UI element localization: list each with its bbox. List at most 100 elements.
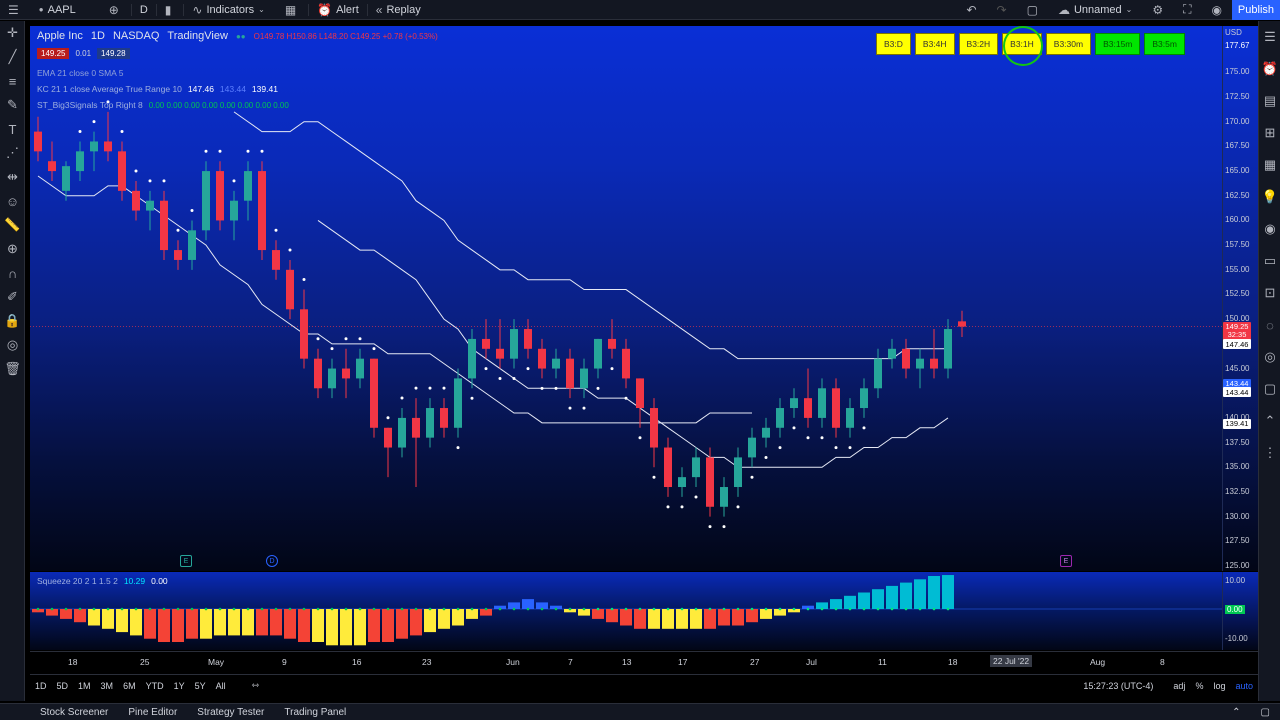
tf-button-b3-30m[interactable]: B3:30m	[1045, 33, 1092, 55]
range-button-ytd[interactable]: YTD	[141, 681, 169, 691]
ideas-icon[interactable]: 💡	[1259, 181, 1280, 213]
range-button-1y[interactable]: 1Y	[169, 681, 190, 691]
indicators-icon: ∿	[192, 2, 203, 17]
range-button-1m[interactable]: 1M	[73, 681, 96, 691]
crosshair-tool-icon[interactable]: ✛	[0, 21, 25, 45]
zoom-tool-icon[interactable]: ⊕	[0, 237, 25, 261]
pencil-lock-icon[interactable]: ✐	[0, 285, 25, 309]
eye-icon[interactable]: ◎	[0, 333, 25, 357]
tf-button-b3-15m[interactable]: B3:15m	[1095, 33, 1141, 55]
calendar-icon[interactable]: ▦	[1259, 149, 1280, 181]
range-button-1d[interactable]: 1D	[30, 681, 52, 691]
save-layout-button[interactable]: ☁ Unnamed ⌄	[1050, 0, 1144, 20]
squeeze-dot	[736, 607, 740, 611]
chart-style-button[interactable]: ▮	[157, 0, 184, 20]
candle-body	[944, 329, 952, 369]
ask-price[interactable]: 149.28	[97, 48, 130, 59]
lock-icon[interactable]: 🔒	[0, 309, 25, 333]
interval-button[interactable]: D	[132, 0, 156, 20]
watchlist-icon[interactable]: ☰	[1259, 21, 1280, 53]
pine-icon[interactable]: ⌃	[1259, 405, 1280, 437]
squeeze-scale[interactable]: 10.00 0.00 -10.00	[1222, 572, 1258, 650]
candle-body	[426, 408, 434, 438]
emoji-tool-icon[interactable]: ☺	[0, 189, 25, 213]
tf-button-b3-2h[interactable]: B3:2H	[958, 33, 999, 55]
ruler-tool-icon[interactable]: 📏	[0, 213, 25, 237]
fib-tool-icon[interactable]: ≡	[0, 69, 25, 93]
tab-stock-screener[interactable]: Stock Screener	[30, 707, 118, 718]
squeeze-legend[interactable]: Squeeze 20 2 1 1.5 2 10.29 0.00	[37, 576, 168, 586]
squeeze-bar	[620, 609, 632, 626]
event-marker-dividend[interactable]: D	[266, 555, 278, 567]
alert-button[interactable]: ⏰ Alert	[309, 0, 367, 20]
ema-legend[interactable]: EMA 21 close 0 SMA 5	[37, 68, 123, 78]
trendline-tool-icon[interactable]: ╱	[0, 45, 25, 69]
tf-button-b3-d[interactable]: B3:D	[876, 33, 911, 55]
order-panel-icon[interactable]: ⋮	[1259, 437, 1280, 469]
squeeze-bar	[228, 609, 240, 636]
alerts-icon[interactable]: ⏰	[1259, 53, 1280, 85]
adj-toggle[interactable]: adj	[1168, 681, 1190, 691]
trash-icon[interactable]: 🗑	[0, 357, 25, 381]
collapse-icon[interactable]: ⌃	[1222, 707, 1250, 718]
squeeze-dot	[680, 607, 684, 611]
text-tool-icon[interactable]: T	[0, 117, 25, 141]
pattern-tool-icon[interactable]: ⋰	[0, 141, 25, 165]
price-tick: 132.50	[1225, 486, 1250, 496]
log-toggle[interactable]: log	[1208, 681, 1230, 691]
broadcast-icon[interactable]: ◎	[1259, 341, 1280, 373]
range-button-all[interactable]: All	[211, 681, 231, 691]
symbol-search[interactable]: ● AAPL	[31, 0, 101, 20]
fullscreen-button[interactable]: ⛶	[1175, 0, 1203, 20]
tab-pine-editor[interactable]: Pine Editor	[118, 707, 187, 718]
bid-price[interactable]: 149.25	[37, 48, 70, 59]
time-axis[interactable]: 18 25 May 9 16 23 Jun 7 13 17 27 Jul 11 18 22 Jul '22 A…	[30, 651, 1258, 671]
hotlist-icon[interactable]: ⊞	[1259, 117, 1280, 149]
tab-trading-panel[interactable]: Trading Panel	[274, 707, 356, 718]
publish-button[interactable]: Publish	[1231, 0, 1280, 20]
chat-icon[interactable]: ▭	[1259, 245, 1280, 277]
squeeze-indicator-pane[interactable]: Squeeze 20 2 1 1.5 2 10.29 0.00	[30, 572, 1222, 650]
squeeze-bar	[928, 576, 940, 609]
templates-button[interactable]: ▦	[277, 0, 308, 20]
undo-button[interactable]: ↶	[958, 0, 988, 20]
datawindow-icon[interactable]: ▤	[1259, 85, 1280, 117]
redo-button[interactable]: ↷	[989, 0, 1019, 20]
time-label: 27	[750, 657, 760, 667]
layout-select-button[interactable]: ▢	[1019, 0, 1050, 20]
kc-legend[interactable]: KC 21 1 close Average True Range 10 147.…	[37, 84, 278, 94]
candle-body	[678, 477, 686, 488]
event-marker-earnings-upcoming[interactable]: E	[1060, 555, 1072, 567]
drawing-toolbar: ✛ ╱ ≡ ✎ T ⋰ ⇹ ☺ 📏 ⊕ ∩ ✐ 🔒 ◎ 🗑	[0, 21, 25, 701]
notifications-icon[interactable]: ⊡	[1259, 277, 1280, 309]
tf-button-b3-5m[interactable]: B3:5m	[1144, 33, 1185, 55]
maximize-icon[interactable]: ▢	[1251, 707, 1280, 718]
date-range-icon[interactable]: ⇿	[247, 680, 265, 691]
magnet-tool-icon[interactable]: ∩	[0, 261, 25, 285]
indicators-button[interactable]: ∿ Indicators ⌄	[184, 0, 276, 20]
range-button-5y[interactable]: 5Y	[190, 681, 211, 691]
settings-button[interactable]: ⚙	[1144, 0, 1175, 20]
auto-toggle[interactable]: auto	[1230, 681, 1258, 691]
tf-button-b3-4h[interactable]: B3:4H	[914, 33, 955, 55]
company-name[interactable]: Apple Inc	[37, 30, 83, 42]
squeeze-dot	[92, 607, 96, 611]
compare-button[interactable]: ⊕	[101, 0, 131, 20]
menu-button[interactable]: ☰	[0, 0, 31, 20]
price-scale[interactable]: USD 177.67 175.00 172.50 170.00 167.50 165.0…	[1222, 26, 1258, 571]
notes-icon[interactable]: ▢	[1259, 373, 1280, 405]
st-legend[interactable]: ST_Big3Signals Top Right 8 0.00 0.00 0.0…	[37, 100, 289, 110]
tab-strategy-tester[interactable]: Strategy Tester	[187, 707, 274, 718]
streams-icon[interactable]: ◉	[1259, 213, 1280, 245]
clock-label[interactable]: 15:27:23 (UTC-4)	[1078, 681, 1158, 691]
brush-tool-icon[interactable]: ✎	[0, 93, 25, 117]
range-button-3m[interactable]: 3M	[96, 681, 119, 691]
event-marker-earnings[interactable]: E	[180, 555, 192, 567]
snapshot-button[interactable]: ◉	[1204, 0, 1234, 20]
range-button-5d[interactable]: 5D	[52, 681, 74, 691]
percent-toggle[interactable]: %	[1190, 681, 1208, 691]
replay-button[interactable]: «Replay	[368, 0, 429, 20]
prediction-tool-icon[interactable]: ⇹	[0, 165, 25, 189]
range-button-6m[interactable]: 6M	[118, 681, 141, 691]
help-icon[interactable]: ◌	[1259, 309, 1280, 341]
